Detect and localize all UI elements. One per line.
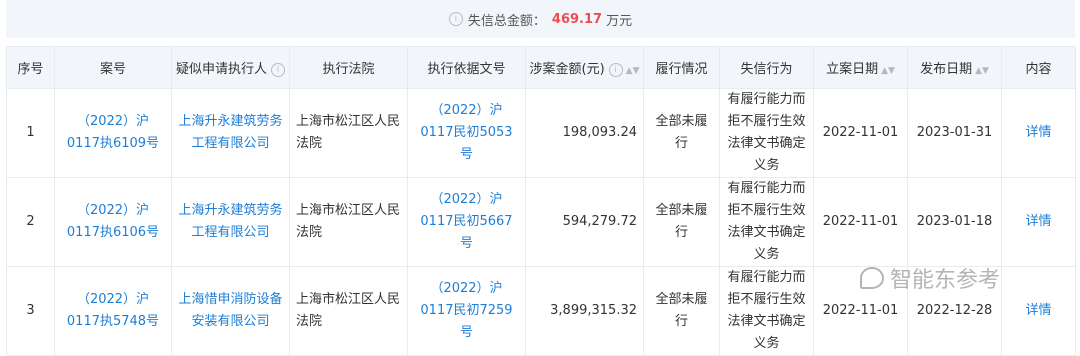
cell-amount: 594,279.72 [525, 177, 644, 267]
case-no-link[interactable]: （2022）沪0117执5748号 [54, 266, 172, 356]
watermark-text: 智能东参考 [890, 268, 1001, 293]
cell-publish-date: 2023-01-18 [907, 177, 1002, 267]
basis-doc-link[interactable]: （2022）沪0117民初5667号 [407, 177, 526, 267]
info-icon[interactable]: i [608, 62, 623, 77]
summary-bar: i 失信总金额： 469.17 万元 [6, 0, 1075, 38]
cell-behavior: 有履行能力而拒不履行生效法律文书确定义务 [719, 177, 814, 267]
cell-behavior: 有履行能力而拒不履行生效法律文书确定义务 [719, 266, 814, 356]
header-performance: 履行情况 [643, 46, 720, 89]
cell-filing-date: 2022-11-01 [813, 177, 908, 267]
basis-doc-link[interactable]: （2022）沪0117民初5053号 [407, 88, 526, 178]
cell-index: 2 [6, 177, 55, 267]
info-icon[interactable]: i [448, 12, 463, 26]
cell-index: 1 [6, 88, 55, 178]
cell-publish-date: 2023-01-31 [907, 88, 1002, 178]
header-court: 执行法院 [289, 46, 408, 89]
cell-index: 3 [6, 266, 55, 356]
applicant-link[interactable]: 上海升永建筑劳务工程有限公司 [171, 177, 290, 267]
cell-amount: 3,899,315.32 [525, 266, 644, 356]
header-applicant: 疑似申请执行人 i [171, 46, 290, 89]
cell-performance: 全部未履行 [643, 177, 720, 267]
dishonest-records-table: 序号 案号 疑似申请执行人 i 执行法院 执行依据文号 涉案金额(元) i ▲▼ 履行… [6, 46, 1076, 356]
applicant-link[interactable]: 上海升永建筑劳务工程有限公司 [171, 88, 290, 178]
header-filing-date[interactable]: 立案日期 ▲▼ [813, 46, 908, 89]
cell-performance: 全部未履行 [643, 266, 720, 356]
detail-link[interactable]: 详情 [1001, 266, 1076, 356]
header-content: 内容 [1001, 46, 1076, 89]
cell-performance: 全部未履行 [643, 88, 720, 178]
table-row: 2 （2022）沪0117执6106号 上海升永建筑劳务工程有限公司 上海市松江… [6, 177, 1076, 267]
summary-label: 失信总金额： [467, 13, 546, 29]
header-applicant-label: 疑似申请执行人 [175, 62, 267, 77]
table-row: 1 （2022）沪0117执6109号 上海升永建筑劳务工程有限公司 上海市松江… [6, 88, 1076, 178]
case-no-link[interactable]: （2022）沪0117执6106号 [54, 177, 172, 267]
detail-link[interactable]: 详情 [1001, 177, 1076, 267]
sort-icon[interactable]: ▲▼ [975, 66, 989, 76]
header-publish-date-label: 发布日期 [920, 62, 973, 77]
header-basis-doc: 执行依据文号 [407, 46, 526, 89]
applicant-link[interactable]: 上海惜申消防设备安装有限公司 [171, 266, 290, 356]
cell-filing-date: 2022-11-01 [813, 88, 908, 178]
info-icon[interactable]: i [271, 62, 285, 77]
detail-link[interactable]: 详情 [1001, 88, 1076, 178]
header-case-no: 案号 [54, 46, 172, 89]
cell-court: 上海市松江区人民法院 [289, 266, 408, 356]
table-header-row: 序号 案号 疑似申请执行人 i 执行法院 执行依据文号 涉案金额(元) i ▲▼ 履行… [6, 46, 1076, 89]
summary-amount: 469.17 [551, 11, 603, 27]
cell-amount: 198,093.24 [525, 88, 644, 178]
sort-icon[interactable]: ▲▼ [881, 66, 895, 76]
cell-court: 上海市松江区人民法院 [289, 177, 408, 267]
cell-behavior: 有履行能力而拒不履行生效法律文书确定义务 [719, 88, 814, 178]
header-amount[interactable]: 涉案金额(元) i ▲▼ [525, 46, 644, 89]
summary-unit: 万元 [606, 13, 633, 29]
header-index: 序号 [6, 46, 55, 89]
header-filing-date-label: 立案日期 [826, 62, 879, 77]
cell-court: 上海市松江区人民法院 [289, 88, 408, 178]
wechat-logo-icon [860, 267, 884, 289]
header-amount-label: 涉案金额(元) [529, 62, 605, 77]
watermark: 智能东参考 [860, 262, 1000, 294]
header-behavior: 失信行为 [719, 46, 814, 89]
basis-doc-link[interactable]: （2022）沪0117民初7259号 [407, 266, 526, 356]
case-no-link[interactable]: （2022）沪0117执6109号 [54, 88, 172, 178]
header-publish-date[interactable]: 发布日期 ▲▼ [907, 46, 1002, 89]
sort-icon[interactable]: ▲▼ [626, 66, 640, 76]
